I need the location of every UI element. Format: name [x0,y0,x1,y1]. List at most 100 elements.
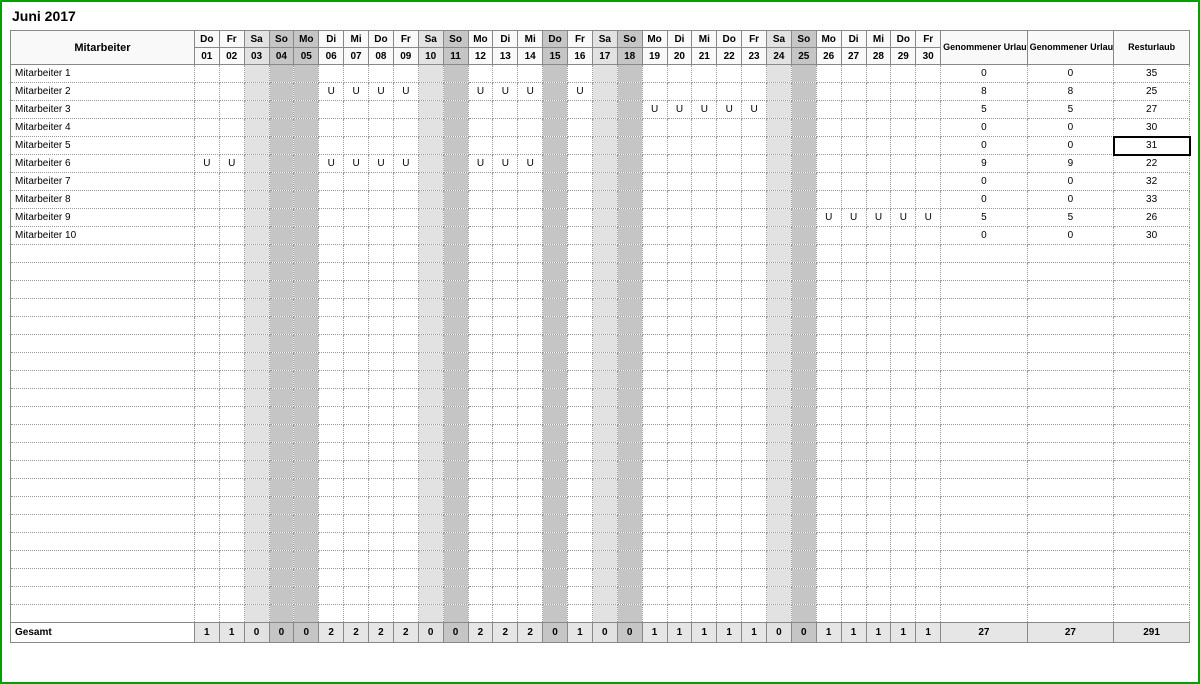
rest-cell[interactable]: 22 [1114,155,1190,173]
day-cell[interactable] [319,209,344,227]
employee-name[interactable] [11,245,195,263]
day-cell[interactable] [617,299,642,317]
day-cell[interactable]: U [319,83,344,101]
day-cell[interactable] [692,155,717,173]
day-cell[interactable] [717,155,742,173]
employee-name[interactable]: Mitarbeiter 4 [11,119,195,137]
day-cell[interactable] [642,335,667,353]
day-cell[interactable] [194,371,219,389]
day-cell[interactable] [194,533,219,551]
day-cell[interactable]: U [493,83,518,101]
day-cell[interactable] [791,137,816,155]
day-cell[interactable] [443,587,468,605]
sum-month-cell[interactable]: 0 [941,227,1028,245]
day-cell[interactable]: U [393,83,418,101]
sum-month-cell[interactable]: 9 [941,155,1028,173]
day-cell[interactable] [592,191,617,209]
employee-name[interactable]: Mitarbeiter 7 [11,173,195,191]
day-cell[interactable] [841,317,866,335]
day-cell[interactable] [791,587,816,605]
day-cell[interactable] [269,299,294,317]
day-cell[interactable] [194,443,219,461]
day-cell[interactable] [791,317,816,335]
day-cell[interactable] [543,119,568,137]
day-cell[interactable] [493,263,518,281]
day-cell[interactable] [418,227,443,245]
rest-cell[interactable] [1114,353,1190,371]
day-cell[interactable] [841,83,866,101]
day-cell[interactable] [443,353,468,371]
day-cell[interactable] [816,443,841,461]
day-cell[interactable] [667,515,692,533]
day-cell[interactable] [518,497,543,515]
day-cell[interactable] [219,137,244,155]
day-cell[interactable] [841,497,866,515]
day-cell[interactable] [667,551,692,569]
day-cell[interactable] [841,263,866,281]
day-cell[interactable] [393,317,418,335]
day-cell[interactable]: U [518,155,543,173]
day-cell[interactable] [518,119,543,137]
day-cell[interactable] [841,281,866,299]
sum-year-cell[interactable] [1027,299,1114,317]
day-cell[interactable] [742,425,767,443]
day-cell[interactable] [194,389,219,407]
table-row[interactable] [11,389,1190,407]
day-cell[interactable] [518,353,543,371]
day-cell[interactable] [294,389,319,407]
day-cell[interactable] [468,227,493,245]
day-cell[interactable] [568,515,593,533]
sum-year-cell[interactable] [1027,317,1114,335]
day-cell[interactable] [667,533,692,551]
day-cell[interactable] [219,443,244,461]
day-cell[interactable]: U [344,83,369,101]
day-cell[interactable]: U [742,101,767,119]
day-cell[interactable] [518,299,543,317]
sum-year-cell[interactable] [1027,551,1114,569]
day-cell[interactable] [194,281,219,299]
day-cell[interactable] [568,245,593,263]
sum-month-cell[interactable] [941,371,1028,389]
day-cell[interactable] [219,83,244,101]
day-cell[interactable] [294,335,319,353]
day-cell[interactable] [568,317,593,335]
day-cell[interactable] [592,335,617,353]
day-cell[interactable] [294,569,319,587]
day-cell[interactable] [194,497,219,515]
table-row[interactable] [11,551,1190,569]
table-row[interactable] [11,569,1190,587]
day-cell[interactable] [393,245,418,263]
sum-month-cell[interactable]: 5 [941,101,1028,119]
day-cell[interactable] [319,587,344,605]
day-cell[interactable] [319,299,344,317]
day-cell[interactable] [269,443,294,461]
day-cell[interactable] [767,263,792,281]
day-cell[interactable] [568,65,593,83]
day-cell[interactable] [468,605,493,623]
day-cell[interactable] [319,335,344,353]
day-cell[interactable] [543,155,568,173]
day-cell[interactable] [443,515,468,533]
day-cell[interactable] [344,173,369,191]
day-cell[interactable] [369,353,394,371]
employee-name[interactable] [11,533,195,551]
day-cell[interactable] [344,119,369,137]
day-cell[interactable] [443,173,468,191]
day-cell[interactable] [816,65,841,83]
table-row[interactable]: Mitarbeiter 10035 [11,65,1190,83]
day-cell[interactable] [344,551,369,569]
day-cell[interactable] [916,101,941,119]
day-cell[interactable] [816,137,841,155]
day-cell[interactable] [717,317,742,335]
day-cell[interactable] [816,497,841,515]
day-cell[interactable] [194,407,219,425]
day-cell[interactable] [493,353,518,371]
day-cell[interactable] [194,425,219,443]
day-cell[interactable] [866,605,891,623]
day-cell[interactable] [543,407,568,425]
day-cell[interactable] [443,191,468,209]
sum-year-cell[interactable] [1027,371,1114,389]
employee-name[interactable] [11,371,195,389]
day-cell[interactable] [592,407,617,425]
day-cell[interactable] [692,605,717,623]
